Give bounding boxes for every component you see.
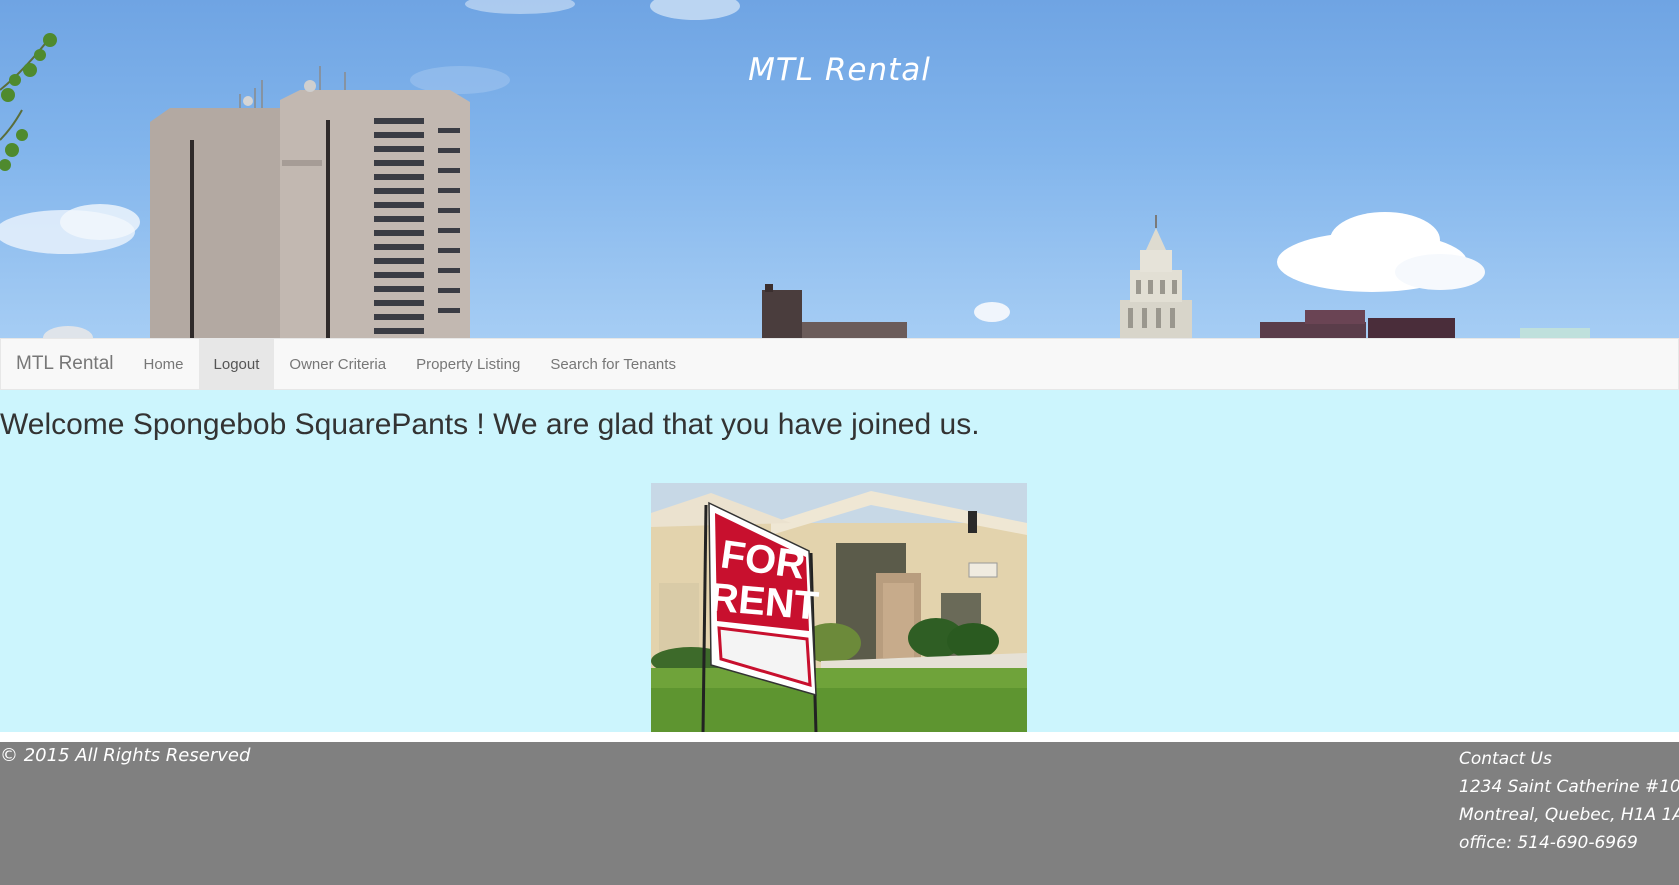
navbar-brand[interactable]: MTL Rental <box>1 339 129 389</box>
header-banner: MTL Rental <box>0 0 1679 338</box>
content-divider <box>0 732 1679 742</box>
address-line-2: Montreal, Quebec, H1A 1A1 <box>1459 805 1679 825</box>
site-title: MTL Rental <box>748 52 931 88</box>
nav-item-search-for-tenants[interactable]: Search for Tenants <box>535 339 691 389</box>
address-line-1: 1234 Saint Catherine #104 <box>1459 777 1679 797</box>
contact-block: Contact Us 1234 Saint Catherine #104 Mon… <box>1459 745 1679 857</box>
nav-item-property-listing[interactable]: Property Listing <box>401 339 535 389</box>
skyline-background-image <box>0 0 1590 338</box>
nav-item-owner-criteria[interactable]: Owner Criteria <box>274 339 401 389</box>
contact-heading: Contact Us <box>1459 749 1552 769</box>
for-rent-image: FOR RENT <box>651 483 1027 733</box>
main-content: Welcome Spongebob SquarePants ! We are g… <box>0 390 1679 742</box>
nav-item-logout[interactable]: Logout <box>198 339 275 389</box>
footer: © 2015 All Rights Reserved Contact Us 12… <box>0 742 1679 885</box>
welcome-message: Welcome Spongebob SquarePants ! We are g… <box>0 408 980 441</box>
nav-item-home[interactable]: Home <box>129 339 199 389</box>
copyright-text: © 2015 All Rights Reserved <box>0 745 251 766</box>
page: MTL Rental MTL Rental Home Logout Owner … <box>0 0 1679 885</box>
navbar: MTL Rental Home Logout Owner Criteria Pr… <box>0 338 1679 390</box>
office-phone: office: 514-690-6969 <box>1459 833 1638 853</box>
